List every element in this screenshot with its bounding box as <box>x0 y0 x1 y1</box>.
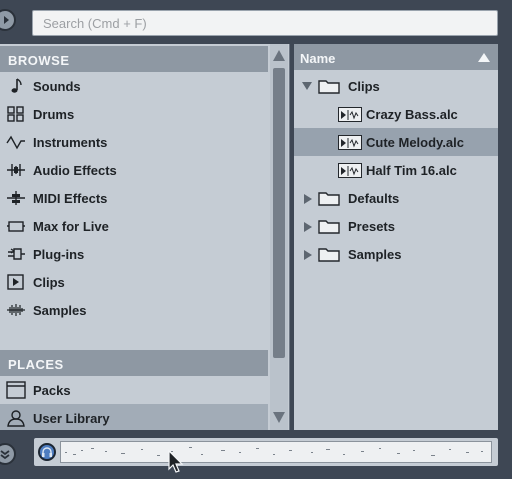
disclosure-closed-icon[interactable] <box>304 222 312 232</box>
sidebar-scrollbar[interactable] <box>270 44 288 430</box>
sidebar-item-packs[interactable]: Packs <box>0 376 268 404</box>
browse-header: BROWSE <box>0 46 268 72</box>
clip-icon <box>7 274 24 290</box>
folder-icon <box>318 80 340 94</box>
waveform-icon <box>6 135 25 150</box>
list-item[interactable]: Presets <box>294 212 498 240</box>
sidebar-item-label: Samples <box>33 303 87 318</box>
sidebar-item-label: Sounds <box>33 79 81 94</box>
sidebar-item-clips[interactable]: Clips <box>0 268 268 296</box>
scroll-thumb[interactable] <box>273 68 285 358</box>
double-chevron-icon <box>0 450 10 460</box>
user-icon <box>7 410 25 427</box>
sidebar: BROWSE Sounds Drums Instruments Audio Ef… <box>0 44 290 432</box>
sidebar-item-samples[interactable]: Samples <box>0 296 268 324</box>
plugin-icon <box>8 248 25 260</box>
sidebar-item-label: Max for Live <box>33 219 109 234</box>
midi-effects-icon <box>7 191 25 205</box>
disclosure-open-icon[interactable] <box>302 82 312 90</box>
column-header-label: Name <box>300 51 336 66</box>
item-label: Half Tim 16.alc <box>366 163 457 178</box>
folder-icon <box>318 192 340 206</box>
clip-file-icon <box>338 163 362 178</box>
scroll-up-icon[interactable] <box>273 50 285 61</box>
expand-toggle-button[interactable] <box>0 443 16 465</box>
sidebar-item-label: MIDI Effects <box>33 191 108 206</box>
clip-file-icon <box>338 135 362 150</box>
sidebar-item-label: Drums <box>33 107 75 122</box>
toolbar: Search (Cmd + F) <box>0 0 512 44</box>
sidebar-item-audio-effects[interactable]: Audio Effects <box>0 156 268 184</box>
browser-toggle-button[interactable] <box>0 9 16 31</box>
samples-icon <box>7 304 25 316</box>
sidebar-item-label: Instruments <box>33 135 108 150</box>
sidebar-item-drums[interactable]: Drums <box>0 100 268 128</box>
sidebar-item-label: User Library <box>33 411 110 426</box>
sidebar-item-instruments[interactable]: Instruments <box>0 128 268 156</box>
folder-icon <box>318 248 340 262</box>
sidebar-item-sounds[interactable]: Sounds <box>0 72 268 100</box>
list-item[interactable]: Defaults <box>294 184 498 212</box>
scroll-down-icon[interactable] <box>273 412 285 423</box>
sidebar-item-label: Audio Effects <box>33 163 117 178</box>
note-icon <box>11 78 22 93</box>
max-for-live-icon <box>7 221 25 232</box>
disclosure-closed-icon[interactable] <box>304 194 312 204</box>
preview-area <box>34 438 498 466</box>
drum-grid-icon <box>7 106 24 122</box>
name-column-header[interactable]: Name <box>294 44 498 70</box>
disclosure-closed-icon[interactable] <box>304 250 312 260</box>
item-label: Cute Melody.alc <box>366 135 465 150</box>
sidebar-item-user-library[interactable]: User Library <box>0 404 268 432</box>
sidebar-item-plug-ins[interactable]: Plug-ins <box>0 240 268 268</box>
folder-icon <box>318 220 340 234</box>
item-label: Defaults <box>348 191 400 206</box>
waveform-display <box>65 447 483 456</box>
sidebar-item-max-for-live[interactable]: Max for Live <box>0 212 268 240</box>
preview-bar <box>0 430 512 479</box>
item-label: Samples <box>348 247 402 262</box>
file-list: Name Clips Crazy Bass.alc Cute Melody.al… <box>294 44 498 430</box>
mouse-pointer-icon <box>168 449 184 473</box>
preview-waveform[interactable] <box>60 441 492 463</box>
search-input[interactable]: Search (Cmd + F) <box>32 10 498 36</box>
list-item[interactable]: Clips <box>294 72 498 100</box>
packs-icon <box>6 381 26 399</box>
sidebar-item-label: Packs <box>33 383 71 398</box>
headphone-preview-icon[interactable] <box>38 443 56 461</box>
sort-ascending-icon[interactable] <box>478 53 490 62</box>
item-label: Clips <box>348 79 380 94</box>
clip-file-icon <box>338 107 362 122</box>
sidebar-item-label: Plug-ins <box>33 247 85 262</box>
sidebar-item-midi-effects[interactable]: MIDI Effects <box>0 184 268 212</box>
list-item[interactable]: Half Tim 16.alc <box>294 156 498 184</box>
sidebar-item-label: Clips <box>33 275 65 290</box>
audio-effects-icon <box>7 164 25 176</box>
places-header: PLACES <box>0 350 268 376</box>
play-arrow-icon <box>4 16 9 24</box>
list-item[interactable]: Samples <box>294 240 498 268</box>
item-label: Presets <box>348 219 395 234</box>
item-label: Crazy Bass.alc <box>366 107 458 122</box>
list-item[interactable]: Crazy Bass.alc <box>294 100 498 128</box>
list-item[interactable]: Cute Melody.alc <box>294 128 498 156</box>
